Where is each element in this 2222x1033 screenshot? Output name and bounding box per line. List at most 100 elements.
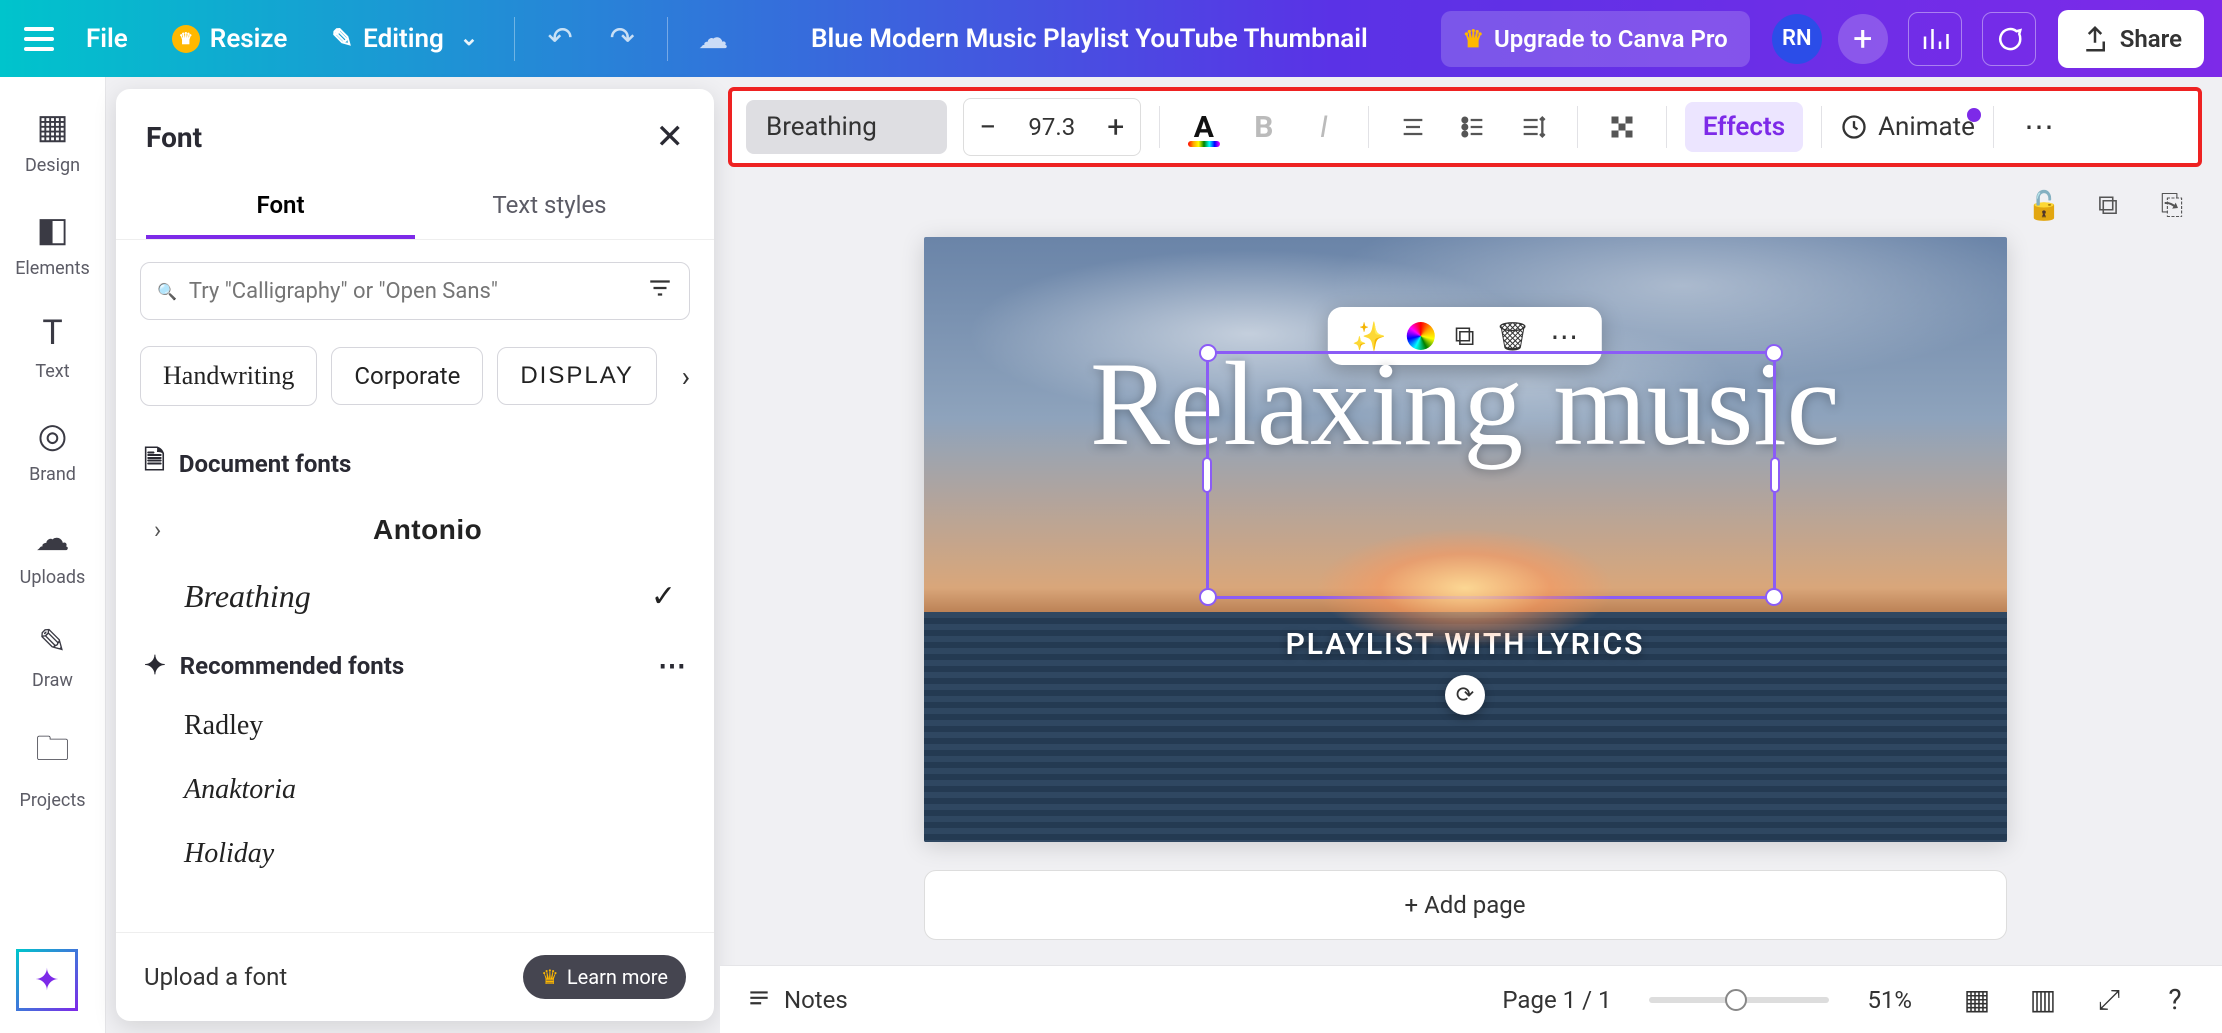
rotate-handle[interactable]: ⟳ [1445, 675, 1485, 715]
bullet-list-button[interactable] [1447, 101, 1499, 153]
font-category-chips: Handwriting Corporate DISPLAY › [116, 336, 714, 414]
font-name-label: Holiday [184, 838, 274, 870]
learn-more-button[interactable]: ♛Learn more [523, 955, 686, 999]
toolbar-separator [1368, 106, 1369, 148]
user-avatar[interactable]: RN [1772, 14, 1822, 64]
duplicate-page-icon[interactable]: ⧉ [2088, 185, 2128, 225]
file-menu-button[interactable]: File [70, 14, 144, 64]
cloud-sync-icon[interactable]: ☁ [688, 14, 738, 64]
more-icon[interactable]: ⋯ [658, 649, 686, 682]
chips-scroll-right-icon[interactable]: › [682, 360, 690, 393]
document-fonts-header: 🗎 Document fonts [144, 424, 686, 498]
resize-handle-tl[interactable] [1199, 344, 1217, 362]
font-name-label: Anaktoria [184, 774, 296, 806]
crown-icon: ♛ [541, 965, 559, 989]
rail-label: Draw [32, 670, 73, 691]
magic-button[interactable]: ✦ [16, 949, 78, 1011]
resize-button[interactable]: ♛ Resize [156, 14, 304, 64]
notes-label: Notes [784, 986, 848, 1014]
analytics-icon[interactable] [1908, 12, 1962, 66]
chip-handwriting[interactable]: Handwriting [140, 346, 317, 406]
rail-label: Design [25, 155, 80, 176]
resize-handle-right[interactable] [1770, 457, 1780, 493]
rail-uploads[interactable]: ☁Uploads [0, 511, 105, 596]
rail-text[interactable]: TText [0, 305, 105, 390]
lock-icon[interactable]: 🔓 [2024, 185, 2064, 225]
text-context-toolbar: Breathing − 97.3 + A B I [728, 87, 2202, 167]
font-holiday[interactable]: Holiday [144, 822, 686, 886]
notification-dot [1967, 108, 1981, 122]
redo-button[interactable]: ↷ [597, 14, 647, 64]
more-options-button[interactable]: ⋯ [2024, 110, 2057, 145]
rail-label: Uploads [20, 567, 86, 588]
undo-button[interactable]: ↶ [535, 14, 585, 64]
add-page-button[interactable]: + Add page [924, 870, 2007, 940]
font-anaktoria[interactable]: Anaktoria [144, 758, 686, 822]
spacing-button[interactable] [1507, 101, 1559, 153]
font-antonio[interactable]: › Antonio [144, 498, 686, 562]
rail-draw[interactable]: ✎Draw [0, 614, 105, 699]
resize-handle-bl[interactable] [1199, 588, 1217, 606]
share-button[interactable]: Share [2058, 10, 2204, 68]
zoom-value[interactable]: 51% [1867, 986, 1912, 1014]
font-search-input[interactable] [189, 279, 635, 304]
top-header: File ♛ Resize ✎ Editing ⌄ ↶ ↷ ☁ Blue Mod… [0, 0, 2222, 77]
chip-corporate[interactable]: Corporate [331, 347, 483, 405]
notes-button[interactable]: Notes [746, 986, 848, 1014]
resize-handle-br[interactable] [1765, 588, 1783, 606]
text-color-button[interactable]: A [1178, 101, 1230, 153]
font-family-selector[interactable]: Breathing [746, 100, 947, 154]
font-list-scroll[interactable]: 🗎 Document fonts › Antonio Breathing ✓ ✦… [116, 414, 714, 932]
zoom-slider[interactable] [1649, 997, 1829, 1003]
menu-hamburger-icon[interactable] [24, 22, 58, 56]
check-icon: ✓ [651, 579, 676, 614]
animate-button[interactable]: Animate [1840, 112, 1975, 142]
chip-display[interactable]: DISPLAY [497, 347, 657, 405]
crown-icon: ♛ [172, 25, 200, 53]
tab-text-styles[interactable]: Text styles [415, 175, 684, 239]
text-icon: T [42, 313, 62, 353]
animate-label: Animate [1878, 112, 1975, 142]
comment-icon[interactable] [1982, 12, 2036, 66]
close-icon[interactable]: ✕ [656, 117, 685, 157]
selection-box[interactable] [1206, 351, 1776, 599]
resize-handle-left[interactable] [1202, 457, 1212, 493]
resize-handle-tr[interactable] [1765, 344, 1783, 362]
decrease-font-size-button[interactable]: − [964, 99, 1012, 155]
document-title[interactable]: Blue Modern Music Playlist YouTube Thumb… [811, 24, 1368, 54]
design-icon: ▦ [36, 107, 68, 147]
filter-icon[interactable] [647, 275, 673, 307]
bold-button[interactable]: B [1238, 101, 1290, 153]
add-page-icon[interactable]: ⎘ [2152, 185, 2192, 225]
help-icon[interactable]: ? [2154, 983, 2196, 1016]
zoom-slider-thumb[interactable] [1725, 989, 1747, 1011]
grid-view-icon[interactable]: ▦ [1956, 983, 1998, 1016]
tab-font[interactable]: Font [146, 175, 415, 239]
upgrade-button[interactable]: ♛ Upgrade to Canva Pro [1441, 11, 1750, 67]
editing-mode-button[interactable]: ✎ Editing ⌄ [315, 14, 494, 64]
rail-elements[interactable]: ◧Elements [0, 202, 105, 287]
increase-font-size-button[interactable]: + [1092, 99, 1140, 155]
add-collaborator-button[interactable]: + [1838, 14, 1888, 64]
toolbar-separator [1821, 106, 1822, 148]
brand-icon: ◎ [38, 416, 68, 456]
font-panel: Font ✕ Font Text styles 🔍 Handwriting Co… [116, 89, 714, 1021]
rail-design[interactable]: ▦ Design [0, 99, 105, 184]
rail-projects[interactable]: 🗀Projects [0, 717, 105, 819]
toolbar-separator [1993, 106, 1994, 148]
rail-brand[interactable]: ◎Brand [0, 408, 105, 493]
fullscreen-icon[interactable]: ⤢ [2088, 983, 2130, 1017]
alignment-button[interactable] [1387, 101, 1439, 153]
font-radley[interactable]: Radley [144, 694, 686, 758]
font-breathing[interactable]: Breathing ✓ [144, 562, 686, 631]
thumbnail-view-icon[interactable]: ▥ [2022, 983, 2064, 1016]
design-canvas[interactable]: ✨ ⧉ 🗑 ⋯ Relaxing music PLAYLIST WITH LYR… [924, 237, 2007, 842]
font-size-value[interactable]: 97.3 [1012, 113, 1092, 141]
page-indicator[interactable]: Page 1 / 1 [1502, 986, 1611, 1014]
effects-button[interactable]: Effects [1685, 102, 1803, 152]
canvas-sub-text[interactable]: PLAYLIST WITH LYRICS [924, 627, 2007, 662]
upload-font-button[interactable]: Upload a font [144, 963, 287, 991]
transparency-button[interactable] [1596, 101, 1648, 153]
font-search-box[interactable]: 🔍 [140, 262, 690, 320]
italic-button[interactable]: I [1298, 101, 1350, 153]
